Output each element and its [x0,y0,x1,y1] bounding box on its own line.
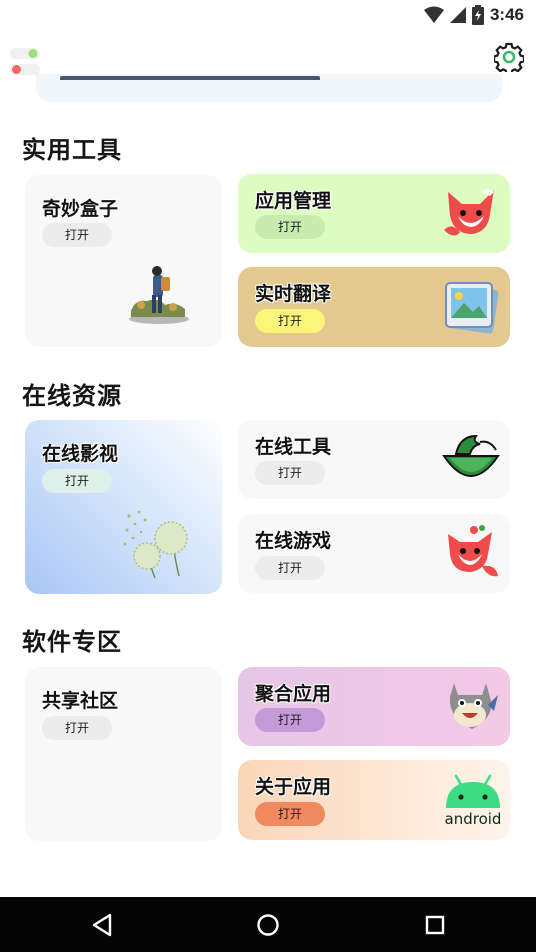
open-button[interactable]: 打开 [42,716,112,740]
card-about-app[interactable]: 关于应用 打开 android [238,760,510,840]
photo-gallery-icon [445,282,499,334]
hiker-illustration-icon [129,266,189,324]
section-title-tools: 实用工具 [22,136,122,164]
battery-icon [471,5,484,25]
open-button[interactable]: 打开 [255,461,325,485]
card-aggregate-apps[interactable]: 聚合应用 打开 [238,667,510,746]
card-community[interactable]: 共享社区 打开 [25,667,222,841]
card-online-games[interactable]: 在线游戏 打开 [238,514,510,593]
open-button[interactable]: 打开 [255,215,325,239]
status-time: 3:46 [489,5,524,24]
card-title: 共享社区 [42,690,119,712]
card-online-tools[interactable]: 在线工具 打开 [238,420,510,499]
android-wordmark: android [444,810,502,828]
card-title: 应用管理 [255,190,332,212]
open-button[interactable]: 打开 [255,802,325,826]
signal-icon [449,7,466,23]
card-title: 奇妙盒子 [42,198,119,220]
android-logo: android [442,772,504,832]
open-button[interactable]: 打开 [255,309,325,333]
totoro-mascot-icon [449,683,498,729]
system-nav-bar [0,897,536,952]
recents-icon[interactable] [420,910,450,940]
status-bar: 3:46 [0,0,536,30]
fox-mascot-icon [444,189,494,236]
card-qimiao-box[interactable]: 奇妙盒子 打开 [25,175,222,347]
open-button[interactable]: 打开 [42,223,112,247]
card-title: 在线影视 [42,443,119,465]
home-icon[interactable] [253,910,283,940]
section-title-online: 在线资源 [22,382,122,410]
wifi-icon [423,6,444,23]
search-banner[interactable] [36,74,502,102]
open-button[interactable]: 打开 [255,556,325,580]
dandelion-illustration-icon [123,510,188,579]
settings-gear-icon[interactable] [494,42,524,72]
card-title: 聚合应用 [255,683,332,705]
back-icon[interactable] [88,910,118,940]
card-title: 实时翻译 [255,283,332,305]
fox-game-mascot-icon [448,525,498,577]
status-icons: 3:46 [423,4,524,26]
card-app-manage[interactable]: 应用管理 打开 [238,174,510,253]
card-online-video[interactable]: 在线影视 打开 [25,420,222,594]
search-banner-clipped-text [60,76,320,90]
open-button[interactable]: 打开 [42,469,112,493]
card-title: 关于应用 [255,776,332,798]
card-translate[interactable]: 实时翻译 打开 [238,267,510,347]
android-robot-icon [446,774,500,808]
card-title: 在线工具 [255,436,332,458]
section-title-software: 软件专区 [22,628,122,656]
open-button[interactable]: 打开 [255,708,325,732]
app-toggle-logo-icon [10,48,40,75]
card-title: 在线游戏 [255,530,332,552]
watermelon-wave-icon [442,434,500,477]
